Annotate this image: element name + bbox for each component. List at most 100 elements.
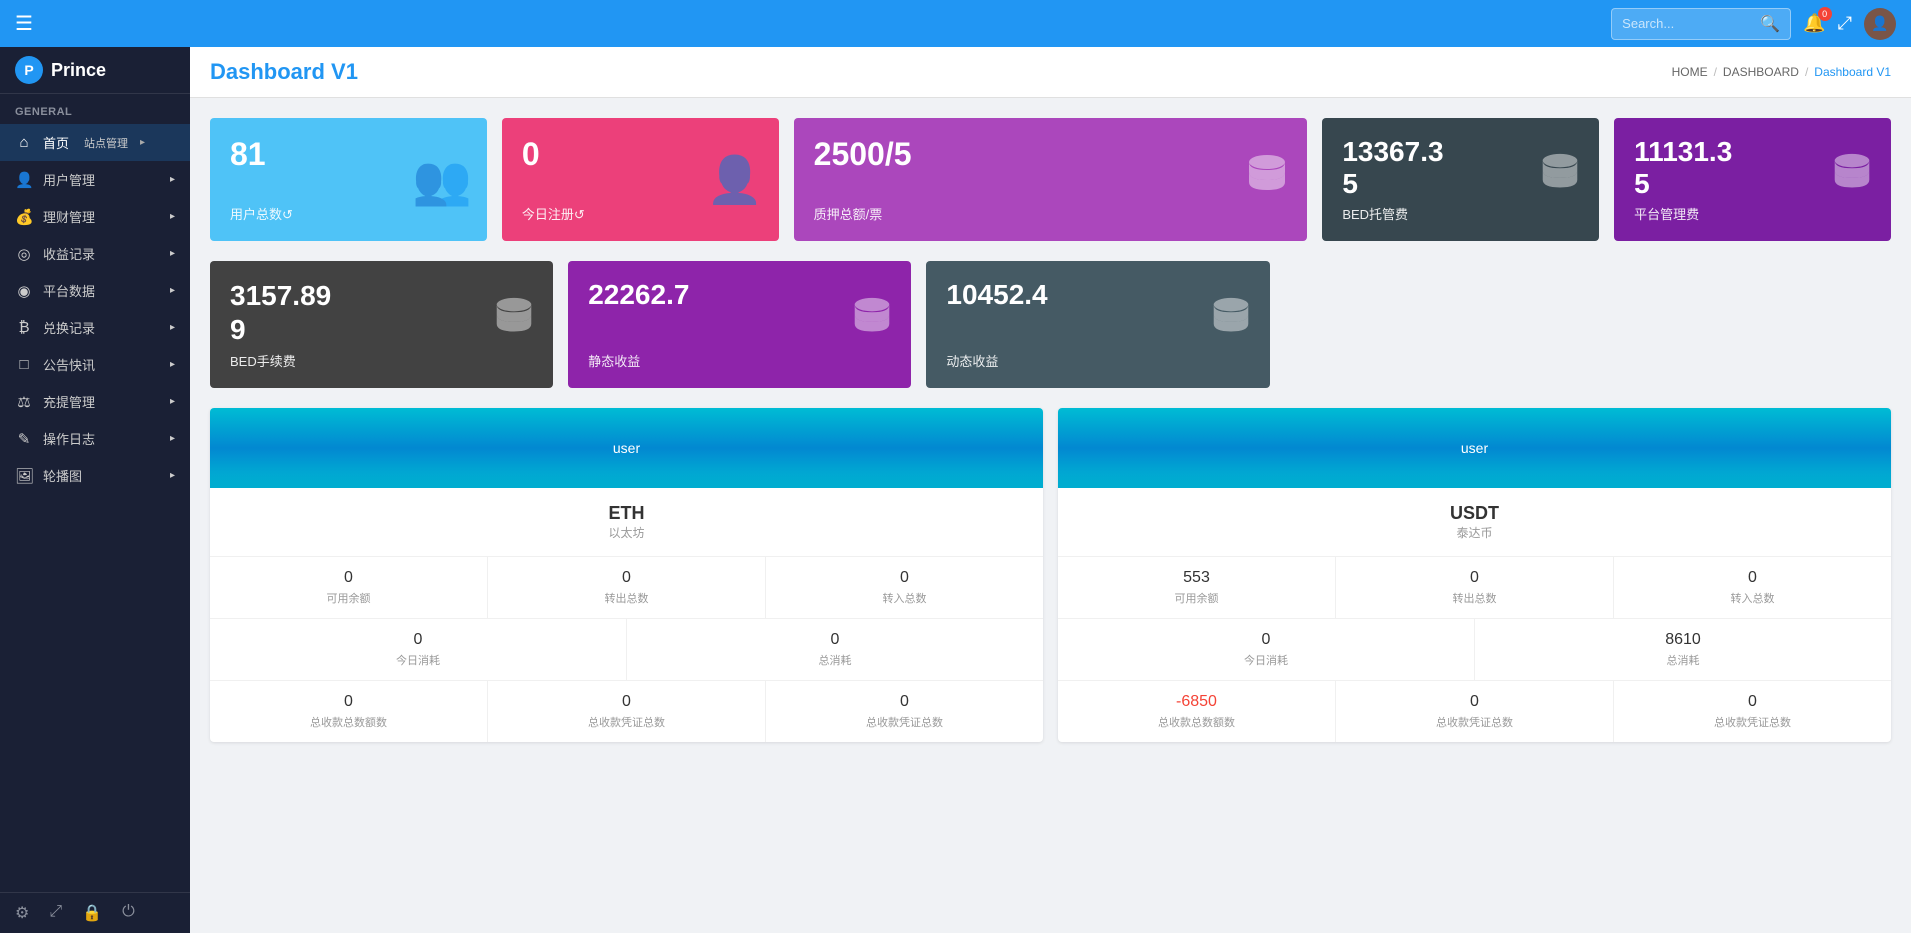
sidebar-sub-arrow: ▸ [140,137,145,148]
page-title: Dashboard V1 [210,59,358,85]
usdt-ocean-bg: user [1058,408,1891,488]
db-icon-bed-custody [1536,151,1584,209]
stat-label-pledge: 质押总额/票 [814,204,1288,223]
sidebar-label-recharge: 充提管理 [43,392,95,411]
eth-total-receipt-cert1-label: 总收款凭证总数 [498,714,755,730]
arrow-carousel: ▸ [170,470,175,481]
sidebar: P Prince GENERAL ⌂ 首页 站点管理 ▸ 👤 用户管理 ▸ 💰 … [0,47,190,933]
breadcrumb-home[interactable]: HOME [1672,65,1708,79]
page-title-prefix: D [210,59,226,84]
carousel-icon: 🖼 [15,467,33,485]
platform-data-icon: ◉ [15,282,33,300]
stat-value-static-income: 22262.7 [588,279,891,311]
sidebar-item-operation-log[interactable]: ✎ 操作日志 ▸ [0,420,190,457]
eth-transfer-out: 0 转出总数 [488,557,766,618]
stat-card-bed-fee: 3157.899 BED手续费 [210,261,553,387]
stat-label-register: 今日注册↺ [522,204,759,223]
search-box[interactable]: 🔍 [1611,8,1791,40]
eth-transfer-out-val: 0 [498,569,755,587]
usdt-today-consume-label: 今日消耗 [1068,652,1464,668]
eth-total-receipt-cert1: 0 总收款凭证总数 [488,681,766,742]
spacer [1285,261,1891,387]
avatar[interactable]: 👤 [1864,8,1896,40]
usdt-stats-row2: 0 今日消耗 8610 总消耗 [1058,619,1891,680]
usdt-total-receipt-cert2-val: 0 [1624,693,1881,711]
finance-icon: 💰 [15,208,33,226]
db-icon-bed-fee [490,295,538,353]
sidebar-item-earnings[interactable]: ◎ 收益记录 ▸ [0,235,190,272]
header-right: 🔍 🔔 0 ⤢ 👤 [1611,8,1896,40]
stat-card-bed-custody: 13367.35 BED托管费 [1322,118,1599,241]
layout: P Prince GENERAL ⌂ 首页 站点管理 ▸ 👤 用户管理 ▸ 💰 … [0,47,1911,933]
usdt-available-label: 可用余额 [1068,590,1325,606]
sidebar-item-carousel[interactable]: 🖼 轮播图 ▸ [0,457,190,494]
breadcrumb-sep1: / [1714,65,1717,79]
eth-transfer-in: 0 转入总数 [766,557,1043,618]
db-icon-platform-fee [1828,151,1876,209]
panels-row: user ETH 以太坊 0 可用余额 0 转出总数 [210,408,1891,742]
breadcrumb-sep2: / [1805,65,1808,79]
sidebar-item-home-label: 首页 [43,133,69,152]
sidebar-item-home-sub: 站点管理 [84,135,128,151]
usdt-transfer-out-label: 转出总数 [1346,590,1603,606]
sidebar-item-platform-data[interactable]: ◉ 平台数据 ▸ [0,272,190,309]
arrow-operation-log: ▸ [170,433,175,444]
user-single-icon: 👤 [706,152,763,207]
stat-card-register: 0 今日注册↺ 👤 [502,118,779,241]
sidebar-item-recharge[interactable]: ⚖ 充提管理 ▸ [0,383,190,420]
sidebar-item-home[interactable]: ⌂ 首页 站点管理 ▸ [0,124,190,161]
sidebar-footer: ⚙ ⤢ 🔒 ⏻ [0,892,190,933]
footer-expand-icon[interactable]: ⤢ [49,903,62,923]
eth-title-area: ETH 以太坊 [210,488,1043,557]
sidebar-section-title: GENERAL [0,94,190,124]
sidebar-item-announcements[interactable]: □ 公告快讯 ▸ [0,346,190,383]
notification-badge: 0 [1818,7,1832,21]
stat-label-bed-fee: BED手续费 [230,351,533,370]
eth-available-label: 可用余额 [220,590,477,606]
stat-card-platform-fee: 11131.35 平台管理费 [1614,118,1891,241]
stat-value-pledge: 2500/5 [814,136,1288,173]
usdt-today-consume-val: 0 [1068,631,1464,649]
usdt-total-receipt-cert2: 0 总收款凭证总数 [1614,681,1891,742]
eth-transfer-in-label: 转入总数 [776,590,1033,606]
stats-row-2: 3157.899 BED手续费 22262.7 静态收益 [210,261,1891,387]
hamburger-icon[interactable]: ☰ [15,11,33,36]
sidebar-item-exchange[interactable]: ₿ 兑换记录 ▸ [0,309,190,346]
stat-value-bed-fee: 3157.899 [230,279,533,346]
arrow-user-mgmt: ▸ [170,174,175,185]
breadcrumb-dashboard[interactable]: DASHBOARD [1723,65,1799,79]
eth-stats-row3: 0 总收款总数额数 0 总收款凭证总数 0 总收款凭证总数 [210,681,1043,742]
exchange-icon: ₿ [15,319,33,336]
usdt-stats-row1: 553 可用余额 0 转出总数 0 转入总数 [1058,557,1891,618]
eth-transfer-out-label: 转出总数 [498,590,755,606]
home-icon: ⌂ [15,134,33,151]
usdt-title: USDT [1078,503,1871,524]
usdt-total-receipt-cert1-val: 0 [1346,693,1603,711]
sidebar-item-finance-mgmt[interactable]: 💰 理财管理 ▸ [0,198,190,235]
sidebar-item-user-mgmt[interactable]: 👤 用户管理 ▸ [0,161,190,198]
arrow-recharge: ▸ [170,396,175,407]
footer-settings-icon[interactable]: ⚙ [15,903,29,923]
sidebar-label-carousel: 轮播图 [43,466,82,485]
arrow-earnings: ▸ [170,248,175,259]
db-icon-dynamic-income [1207,295,1255,353]
footer-power-icon[interactable]: ⏻ [122,903,135,923]
eth-total-consume-val: 0 [637,631,1033,649]
expand-icon[interactable]: ⤢ [1838,13,1852,34]
search-input[interactable] [1622,16,1752,31]
eth-title: ETH [230,503,1023,524]
eth-stats-row2: 0 今日消耗 0 总消耗 [210,619,1043,680]
stat-card-dynamic-income: 10452.4 动态收益 [926,261,1269,387]
stat-label-dynamic-income: 动态收益 [946,351,1249,370]
usdt-total-consume: 8610 总消耗 [1475,619,1891,680]
notification-bell[interactable]: 🔔 0 [1803,13,1825,34]
sidebar-label-platform-data: 平台数据 [43,281,95,300]
usdt-ocean-label: user [1461,440,1488,456]
eth-ocean-label: user [613,440,640,456]
breadcrumb-current: Dashboard V1 [1814,65,1891,79]
eth-total-receipt-amt-val: 0 [220,693,477,711]
header-left: ☰ [15,11,33,36]
footer-lock-icon[interactable]: 🔒 [82,903,102,923]
arrow-platform: ▸ [170,285,175,296]
eth-available: 0 可用余额 [210,557,488,618]
